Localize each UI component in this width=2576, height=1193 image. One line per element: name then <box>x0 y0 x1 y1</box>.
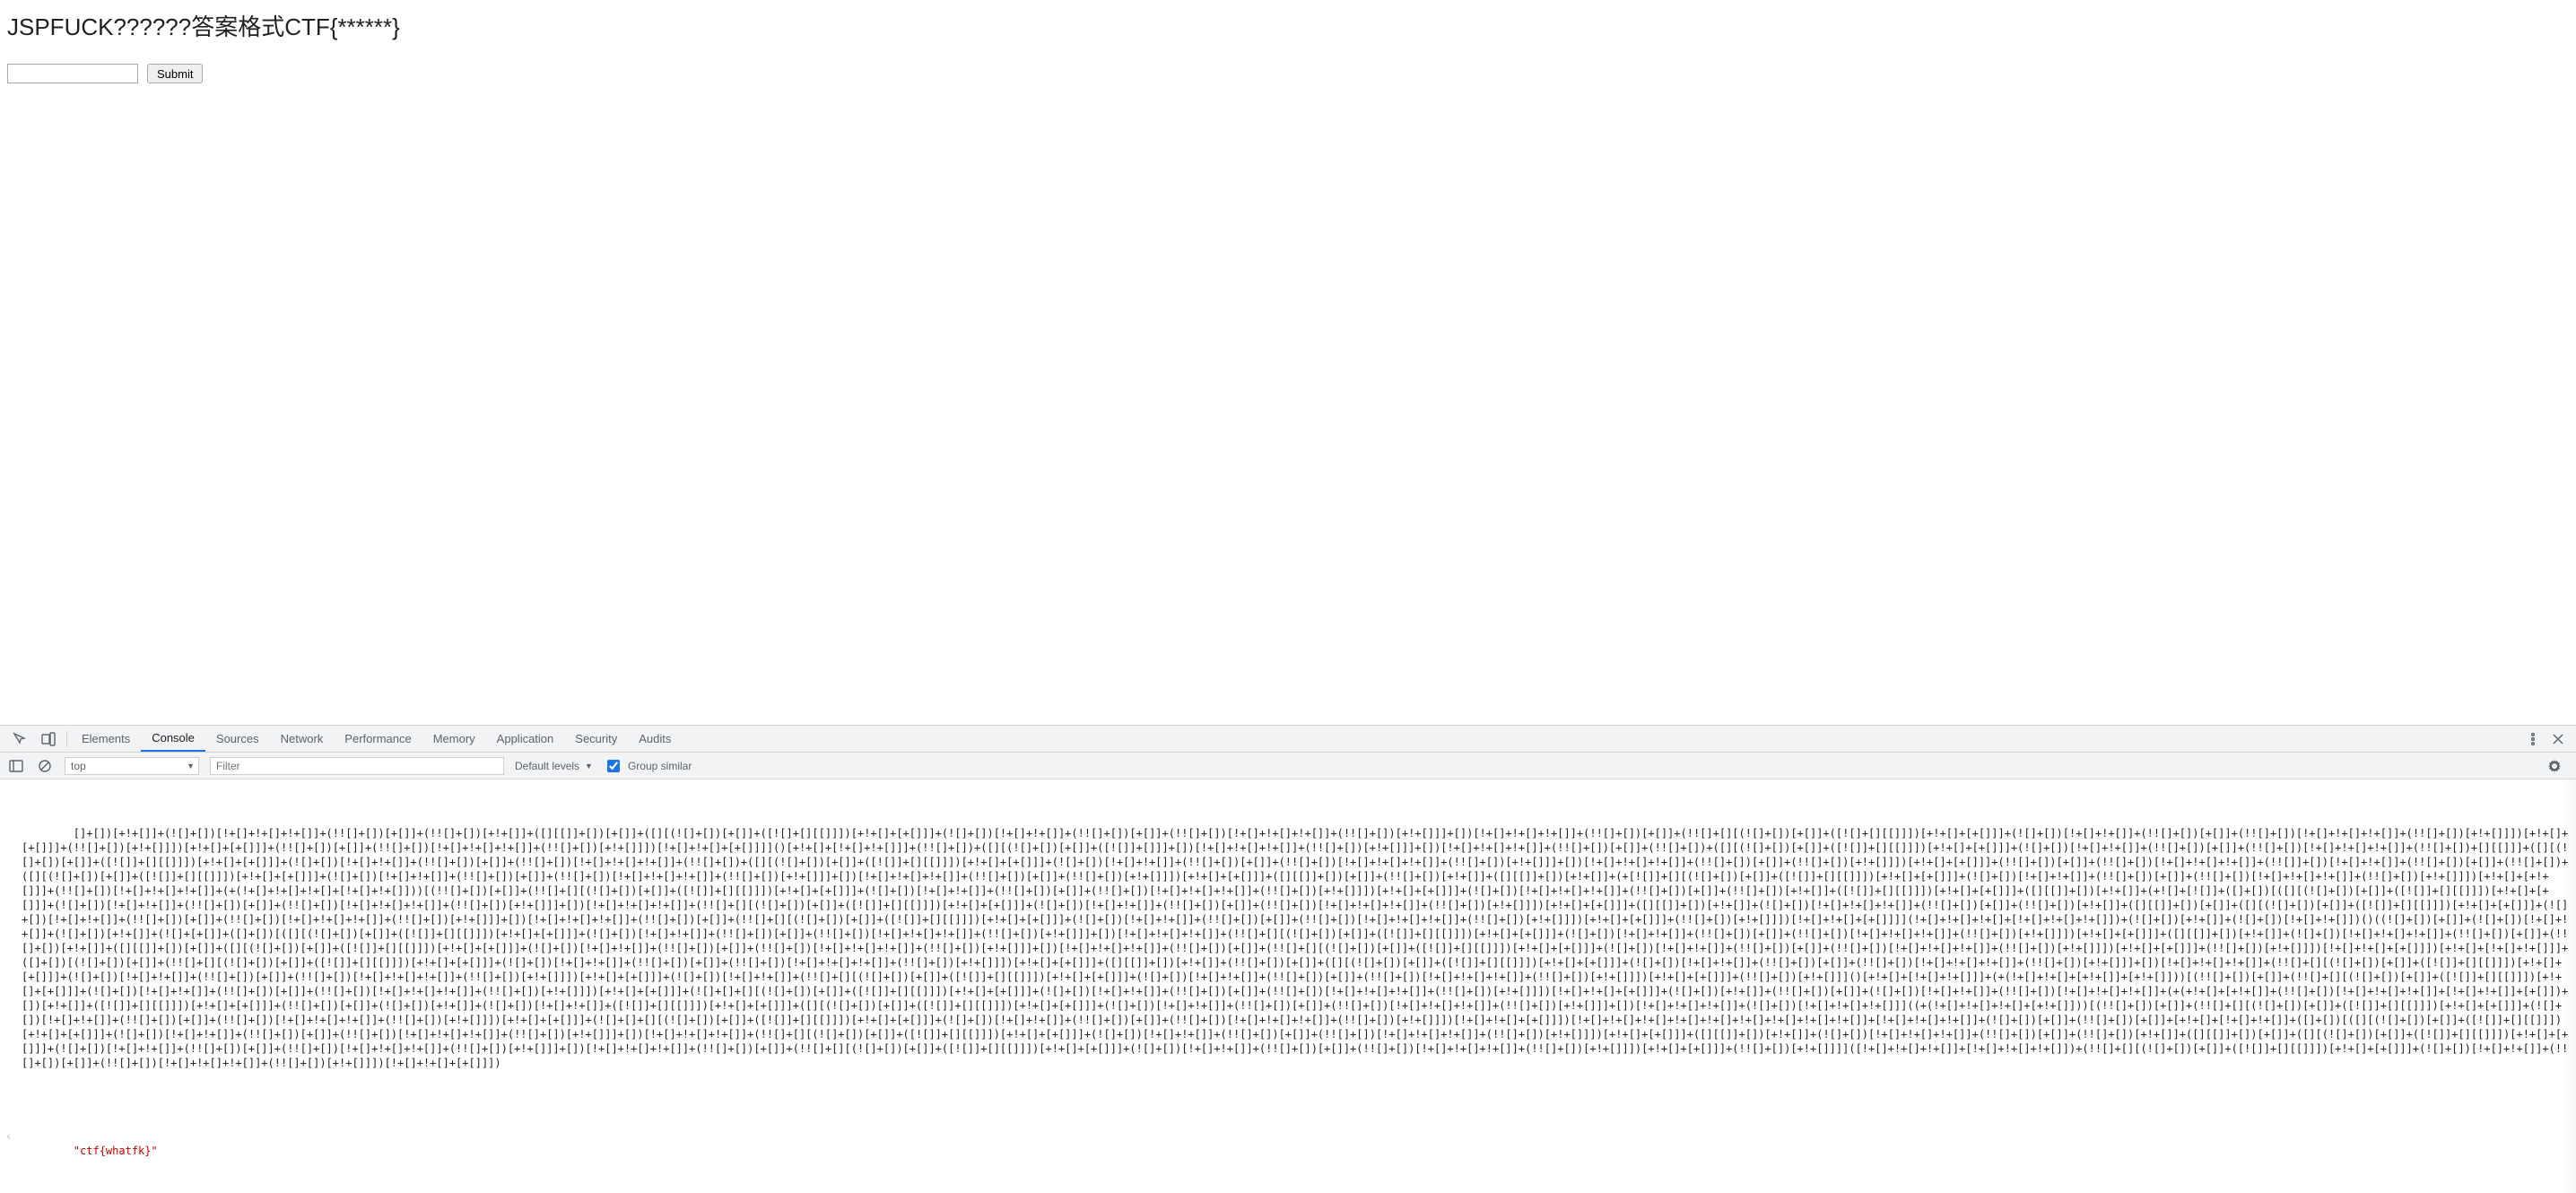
devtools-panel: ElementsConsoleSourcesNetworkPerformance… <box>0 725 2576 1193</box>
context-selector-value: top <box>71 760 86 772</box>
group-similar-checkbox[interactable] <box>607 760 620 772</box>
tab-application[interactable]: Application <box>486 726 565 752</box>
jsfuck-code-output: []+[])[+!+[]]+(![]+[])[!+[]+!+[]+!+[]]+(… <box>22 827 2568 1069</box>
page-spacer <box>0 92 2576 725</box>
answer-form: Submit <box>7 64 2569 83</box>
inspect-element-icon[interactable] <box>5 726 34 752</box>
more-options-icon[interactable] <box>2520 732 2546 746</box>
tab-elements[interactable]: Elements <box>71 726 141 752</box>
answer-input[interactable] <box>7 64 138 83</box>
tab-network[interactable]: Network <box>270 726 335 752</box>
clear-console-icon[interactable] <box>36 753 54 779</box>
tab-sources[interactable]: Sources <box>205 726 270 752</box>
console-log-row: []+[])[+!+[]]+(![]+[])[!+[]+!+[]+!+[]]+(… <box>20 812 2572 1084</box>
log-levels-label: Default levels <box>515 760 579 772</box>
close-devtools-icon[interactable] <box>2546 732 2571 746</box>
scrollbar[interactable] <box>2563 779 2576 1193</box>
toggle-sidebar-icon[interactable] <box>7 753 25 779</box>
execution-context-selector[interactable]: top <box>65 757 199 775</box>
tab-console[interactable]: Console <box>141 726 205 752</box>
tab-audits[interactable]: Audits <box>628 726 682 752</box>
page-title: JSPFUCK??????答案格式CTF{******} <box>7 9 2569 42</box>
tab-security[interactable]: Security <box>564 726 628 752</box>
console-result-row: ‹ "ctf{whatfk}" <box>20 1113 2572 1172</box>
page-body: JSPFUCK??????答案格式CTF{******} Submit <box>0 0 2576 92</box>
tab-memory[interactable]: Memory <box>422 726 486 752</box>
log-levels-dropdown[interactable]: Default levels <box>515 760 593 772</box>
console-output-area[interactable]: []+[])[+!+[]]+(![]+[])[!+[]+!+[]+!+[]]+(… <box>0 779 2576 1193</box>
devtools-tabbar: ElementsConsoleSourcesNetworkPerformance… <box>0 726 2576 753</box>
console-result-value: "ctf{whatfk}" <box>74 1145 158 1157</box>
group-similar-label: Group similar <box>628 760 692 772</box>
console-toolbar: top Default levels Group similar <box>0 753 2576 779</box>
group-similar-toggle[interactable]: Group similar <box>604 757 692 775</box>
result-caret-icon: ‹ <box>5 1129 12 1144</box>
device-toolbar-icon[interactable] <box>34 726 63 752</box>
submit-button[interactable]: Submit <box>147 64 203 83</box>
divider <box>66 731 67 747</box>
console-filter-input[interactable] <box>210 757 504 775</box>
tab-performance[interactable]: Performance <box>334 726 422 752</box>
console-settings-icon[interactable] <box>2540 759 2569 773</box>
